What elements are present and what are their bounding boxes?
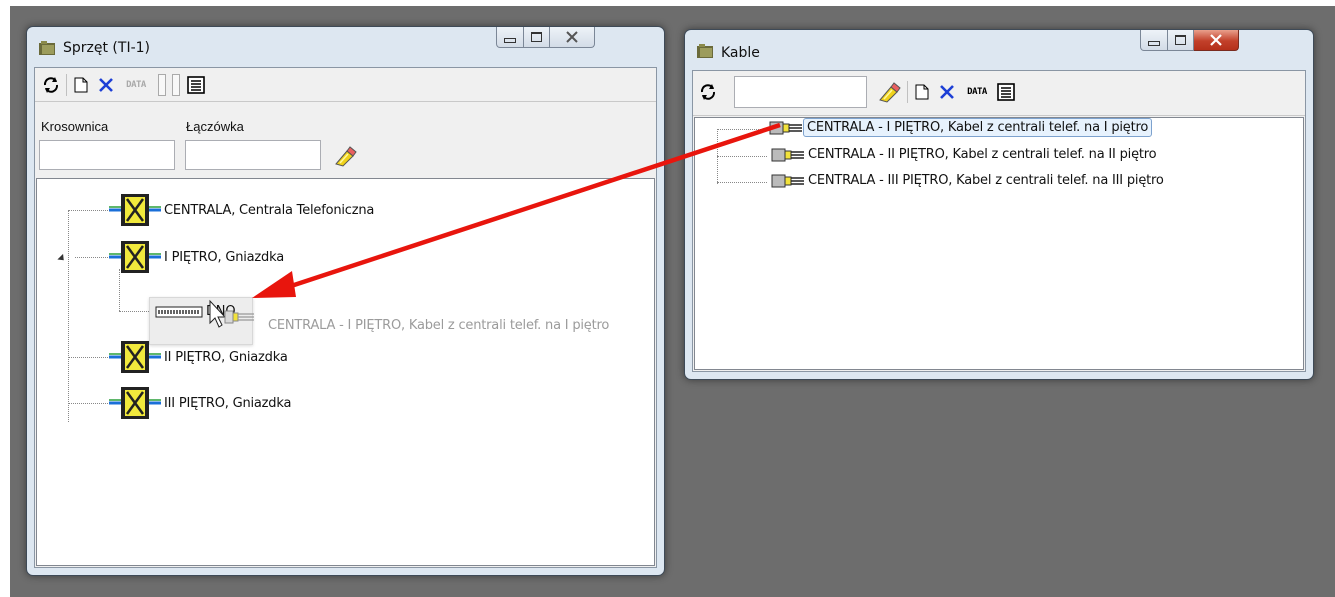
data-label: DATA [126,80,146,90]
kable-titlebar[interactable]: Kable [685,30,1313,70]
maximize-button[interactable] [1168,30,1194,51]
refresh-icon [700,84,716,100]
maximize-icon [531,32,542,42]
maximize-icon [1175,35,1186,45]
column-button-1[interactable] [155,74,169,96]
list-button[interactable] [185,74,207,96]
kable-list[interactable]: CENTRALA - I PIĘTRO, Kabel z centrali te… [694,117,1304,370]
kable-client: DATA CENTRALA - I PIĘTRO, Kabel z centra… [692,70,1306,372]
clear-search-button[interactable] [876,79,902,105]
minimize-icon [1148,40,1160,46]
patch-panel-icon [155,306,203,317]
rack-icon [109,341,161,373]
tree-node-centrala[interactable]: CENTRALA, Centrala Telefoniczna [109,193,377,227]
rack-icon [109,387,161,419]
tree-node-label: DNO [206,304,236,319]
close-icon [1210,34,1222,46]
tree-node-label: II PIĘTRO, Gniazdka [164,349,288,365]
krosownica-input[interactable] [39,140,175,170]
cable-label: CENTRALA - III PIĘTRO, Kabel z centrali … [808,173,1164,188]
minimize-icon [504,37,516,43]
tree-node-i-pietro[interactable]: I PIĘTRO, Gniazdka [109,240,287,274]
delete-button[interactable] [936,81,958,103]
refresh-button[interactable] [40,74,62,96]
cable-icon [771,148,804,161]
new-button[interactable] [70,74,92,96]
refresh-button[interactable] [697,81,719,103]
laczowka-input[interactable] [185,140,321,170]
tree-node-ii-pietro[interactable]: II PIĘTRO, Gniazdka [109,340,291,374]
window-title: Kable [721,45,760,61]
drag-ghost-label: CENTRALA - I PIĘTRO, Kabel z centrali te… [268,318,610,333]
maximize-button[interactable] [524,27,550,48]
cable-icon [771,174,804,187]
cable-item-1[interactable]: CENTRALA - I PIĘTRO, Kabel z centrali te… [769,118,1153,137]
cable-item-2[interactable]: CENTRALA - II PIĘTRO, Kabel z centrali t… [771,146,1159,163]
window-title: Sprzęt (TI-1) [63,40,150,56]
column-button-2[interactable] [169,74,183,96]
data-button[interactable]: DATA [119,74,153,96]
clear-filter-button[interactable] [332,144,358,168]
collapse-arrow-icon[interactable] [57,253,67,264]
delete-button[interactable] [95,74,117,96]
minimize-button[interactable] [1140,30,1168,51]
folder-icon [39,41,55,55]
delete-x-icon [940,85,954,99]
minimize-button[interactable] [496,27,524,48]
kable-toolbar: DATA [693,71,1305,116]
close-button[interactable] [550,27,595,48]
sprzet-window: Sprzęt (TI-1) DATA Krosownica Łączówka C… [26,26,665,576]
tree-node-label: I PIĘTRO, Gniazdka [164,249,284,265]
list-icon [997,83,1015,101]
data-label: DATA [967,87,987,97]
close-button[interactable] [1194,30,1239,51]
tree-node-dno[interactable]: DNO [155,303,238,320]
sprzet-titlebar[interactable]: Sprzęt (TI-1) [27,27,664,67]
sprzet-tree[interactable]: CENTRALA, Centrala Telefoniczna I PIĘTRO… [36,178,655,566]
list-button[interactable] [995,81,1017,103]
refresh-icon [43,77,59,93]
new-document-icon [74,77,88,93]
cable-label: CENTRALA - I PIĘTRO, Kabel z centrali te… [803,118,1153,137]
kable-window: Kable DATA CENTRALA - I PIĘTRO, Kabel z … [684,29,1314,380]
tree-node-label: CENTRALA, Centrala Telefoniczna [164,202,375,218]
close-icon [566,31,578,43]
rack-icon [109,241,161,273]
list-icon [187,76,205,94]
laczowka-label: Łączówka [186,119,244,134]
eraser-icon [879,82,901,103]
eraser-icon [335,146,357,167]
new-document-icon [915,84,929,100]
cable-icon [769,121,802,134]
tree-node-iii-pietro[interactable]: III PIĘTRO, Gniazdka [109,386,294,420]
krosownica-label: Krosownica [41,119,109,134]
new-button[interactable] [911,81,933,103]
delete-x-icon [99,78,113,92]
data-button[interactable]: DATA [960,81,994,103]
folder-icon [697,44,713,58]
tree-node-label: III PIĘTRO, Gniazdka [164,395,292,411]
sprzet-toolbar: DATA [35,68,656,102]
rack-icon [109,194,161,226]
cable-item-3[interactable]: CENTRALA - III PIĘTRO, Kabel z centrali … [771,172,1167,189]
kable-search-input[interactable] [734,76,867,108]
cable-label: CENTRALA - II PIĘTRO, Kabel z centrali t… [808,147,1157,162]
